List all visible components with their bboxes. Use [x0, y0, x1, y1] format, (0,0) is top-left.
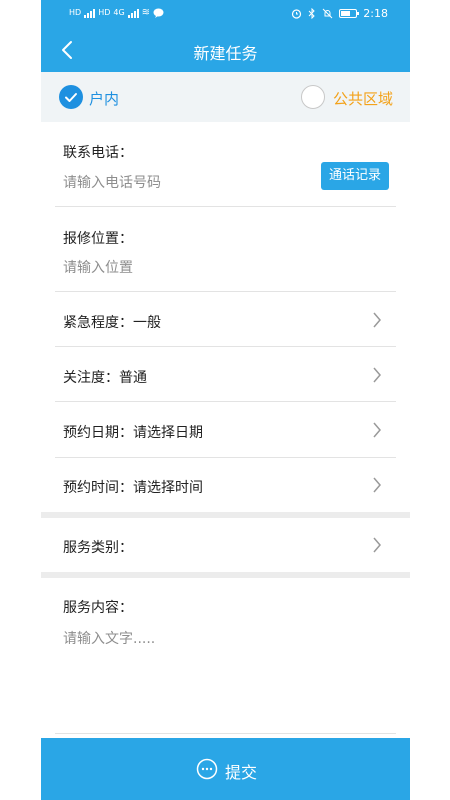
chevron-right-icon[interactable] — [372, 537, 382, 553]
attention-row[interactable]: 关注度：普通 — [63, 367, 147, 387]
status-bar: HD HD 4G ≋ 2:18 — [41, 0, 410, 28]
divider — [55, 457, 396, 458]
submit-label: 提交 — [225, 763, 258, 782]
clock-time: 2:18 — [363, 7, 388, 20]
urgency-row[interactable]: 紧急程度：一般 — [63, 312, 161, 332]
signal-icon-2 — [127, 8, 139, 18]
divider — [55, 401, 396, 402]
submit-button[interactable]: 提交 — [41, 738, 410, 800]
divider — [55, 206, 396, 207]
section-separator — [41, 512, 410, 518]
wifi-icon: ≋ — [141, 7, 151, 18]
radio-indoor[interactable] — [59, 85, 83, 109]
appointment-time-row[interactable]: 预约时间：请选择时间 — [63, 477, 203, 497]
radio-public-area-label[interactable]: 公共区域 — [333, 88, 393, 109]
page-title: 新建任务 — [193, 44, 258, 63]
radio-indoor-label[interactable]: 户内 — [89, 88, 119, 109]
phone-label: 联系电话： — [63, 145, 133, 161]
chevron-right-icon[interactable] — [372, 312, 382, 328]
alarm-icon — [292, 9, 302, 19]
radio-public-area[interactable] — [301, 85, 325, 109]
chevron-right-icon[interactable] — [372, 477, 382, 493]
signal-icon — [84, 8, 96, 18]
appointment-date-row[interactable]: 预约日期：请选择日期 — [63, 422, 203, 442]
status-right: 2:18 — [291, 7, 388, 20]
mute-icon — [322, 8, 333, 19]
service-category-row[interactable]: 服务类别： — [63, 537, 133, 557]
battery-icon — [339, 9, 360, 18]
repair-location-input[interactable]: 请输入位置 — [63, 257, 133, 277]
message-icon — [153, 8, 164, 18]
divider — [55, 346, 396, 347]
hd-badge-2: HD — [98, 8, 111, 17]
divider — [55, 733, 396, 734]
chat-bubble-dots-icon — [196, 758, 218, 780]
phone-screen: HD HD 4G ≋ 2:18 新建任务 户内 公共区域 联系电话： 请输入电话… — [41, 0, 410, 800]
location-type-selector: 户内 公共区域 — [41, 72, 410, 122]
service-content-textarea[interactable]: 请输入文字..... — [63, 628, 383, 728]
call-log-button[interactable]: 通话记录 — [321, 162, 389, 190]
chevron-right-icon[interactable] — [372, 367, 382, 383]
bluetooth-icon — [308, 8, 316, 19]
repair-location-label: 报修位置： — [63, 231, 133, 247]
chevron-right-icon[interactable] — [372, 422, 382, 438]
divider — [55, 291, 396, 292]
check-icon — [65, 93, 77, 102]
phone-input[interactable]: 请输入电话号码 — [63, 172, 161, 192]
service-content-label: 服务内容： — [63, 600, 133, 616]
hd-badge: HD — [69, 8, 82, 17]
app-header: 新建任务 — [41, 28, 410, 72]
section-separator — [41, 572, 410, 578]
status-left: HD HD 4G ≋ — [69, 7, 164, 18]
network-label: 4G — [113, 8, 125, 17]
